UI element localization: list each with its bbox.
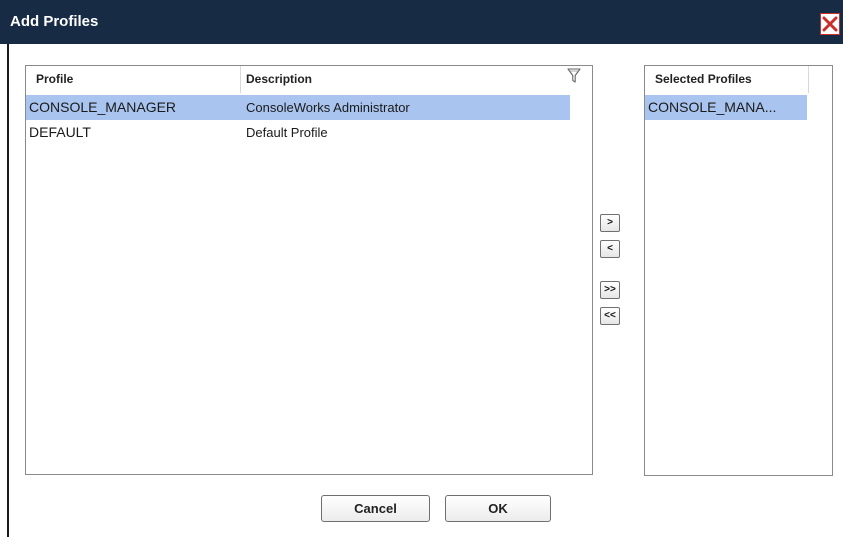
column-divider[interactable] xyxy=(240,66,241,93)
table-row[interactable]: DEFAULT Default Profile xyxy=(26,120,570,145)
profiles-grid: Profile Description CONSOLE_MANAGER Cons… xyxy=(25,65,593,475)
column-divider xyxy=(808,66,809,93)
selected-profiles-header: Selected Profiles xyxy=(655,72,752,86)
selected-profile-label: CONSOLE_MANA... xyxy=(648,99,777,115)
profile-cell: DEFAULT xyxy=(29,124,91,140)
dialog-title: Add Profiles xyxy=(10,13,99,30)
column-header-description[interactable]: Description xyxy=(246,66,312,93)
cancel-button[interactable]: Cancel xyxy=(321,495,430,522)
list-item[interactable]: CONSOLE_MANA... xyxy=(645,95,807,120)
selected-profiles-panel: Selected Profiles CONSOLE_MANA... xyxy=(644,65,833,476)
dialog-titlebar: Add Profiles xyxy=(0,0,843,44)
description-cell: Default Profile xyxy=(246,125,328,140)
table-row[interactable]: CONSOLE_MANAGER ConsoleWorks Administrat… xyxy=(26,95,570,120)
profile-cell: CONSOLE_MANAGER xyxy=(29,99,177,115)
add-all-button[interactable]: >> xyxy=(600,281,620,299)
description-cell: ConsoleWorks Administrator xyxy=(246,100,410,115)
close-icon xyxy=(822,16,838,32)
remove-selected-button[interactable]: < xyxy=(600,240,620,258)
filter-icon[interactable] xyxy=(567,68,581,84)
ok-button[interactable]: OK xyxy=(445,495,551,522)
column-header-profile[interactable]: Profile xyxy=(36,66,73,93)
grid-header: Profile Description xyxy=(26,66,592,94)
add-selected-button[interactable]: > xyxy=(600,214,620,232)
close-button[interactable] xyxy=(820,13,840,35)
remove-all-button[interactable]: << xyxy=(600,307,620,325)
dialog-left-border xyxy=(7,44,9,537)
